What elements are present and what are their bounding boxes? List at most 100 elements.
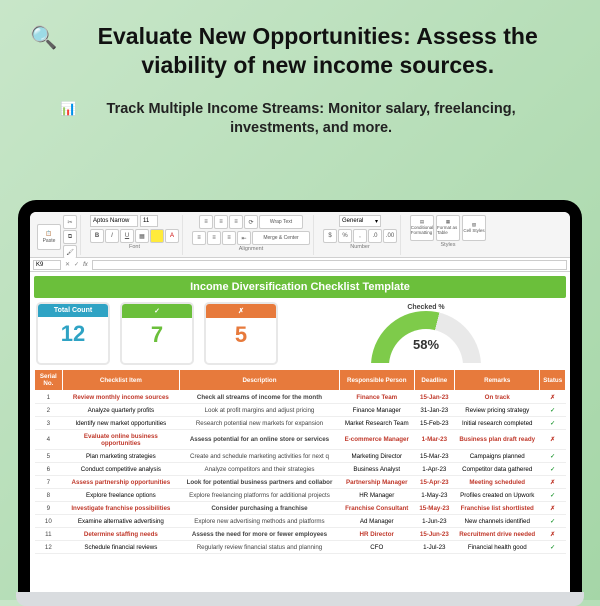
- status-cell[interactable]: ✓: [540, 489, 566, 502]
- align-left-button[interactable]: ≡: [192, 231, 206, 245]
- cell[interactable]: 4: [35, 430, 63, 450]
- cell[interactable]: E-commerce Manager: [339, 430, 414, 450]
- underline-button[interactable]: U: [120, 229, 134, 243]
- table-row[interactable]: 2Analyze quarterly profitsLook at profit…: [35, 404, 566, 417]
- cell[interactable]: 11: [35, 528, 63, 541]
- table-row[interactable]: 8Explore freelance optionsExplore freela…: [35, 489, 566, 502]
- border-button[interactable]: ▦: [135, 229, 149, 243]
- table-row[interactable]: 7Assess partnership opportunitiesLook fo…: [35, 476, 566, 489]
- status-cell[interactable]: ✓: [540, 417, 566, 430]
- cell[interactable]: 15-Mar-23: [414, 450, 455, 463]
- cell[interactable]: Plan marketing strategies: [62, 450, 179, 463]
- column-header[interactable]: Checklist Item: [62, 370, 179, 391]
- cell[interactable]: Assess the need for more or fewer employ…: [180, 528, 340, 541]
- cell[interactable]: Assess potential for an online store or …: [180, 430, 340, 450]
- cell[interactable]: Competitor data gathered: [455, 463, 540, 476]
- copy-button[interactable]: ⧉: [63, 230, 77, 244]
- percent-button[interactable]: %: [338, 229, 352, 243]
- bold-button[interactable]: B: [90, 229, 104, 243]
- status-cell[interactable]: ✗: [540, 528, 566, 541]
- cell[interactable]: Identify new market opportunities: [62, 417, 179, 430]
- cell[interactable]: Market Research Team: [339, 417, 414, 430]
- cell[interactable]: Analyze competitors and their strategies: [180, 463, 340, 476]
- cell[interactable]: Finance Team: [339, 391, 414, 404]
- table-row[interactable]: 6Conduct competitive analysisAnalyze com…: [35, 463, 566, 476]
- font-name-select[interactable]: Aptos Narrow: [90, 215, 138, 227]
- checklist-table[interactable]: Serial No.Checklist ItemDescriptionRespo…: [34, 369, 566, 554]
- cell[interactable]: Review pricing strategy: [455, 404, 540, 417]
- cell[interactable]: 15-Jan-23: [414, 391, 455, 404]
- column-header[interactable]: Status: [540, 370, 566, 391]
- cell[interactable]: 7: [35, 476, 63, 489]
- cell[interactable]: Assess partnership opportunities: [62, 476, 179, 489]
- align-right-button[interactable]: ≡: [222, 231, 236, 245]
- table-row[interactable]: 9Investigate franchise possibilitiesCons…: [35, 502, 566, 515]
- cell[interactable]: 1-Apr-23: [414, 463, 455, 476]
- cell[interactable]: New channels identified: [455, 515, 540, 528]
- orientation-button[interactable]: ⟳: [244, 215, 258, 229]
- cell[interactable]: 1-Jun-23: [414, 515, 455, 528]
- cell[interactable]: Research potential new markets for expan…: [180, 417, 340, 430]
- conditional-formatting-button[interactable]: ▤ Conditional Formatting: [410, 215, 434, 241]
- cell[interactable]: Meeting scheduled: [455, 476, 540, 489]
- cell[interactable]: Explore freelance options: [62, 489, 179, 502]
- cell-styles-button[interactable]: ▧ Cell Styles: [462, 215, 486, 241]
- column-header[interactable]: Responsible Person: [339, 370, 414, 391]
- number-format-select[interactable]: General▾: [339, 215, 381, 227]
- cell[interactable]: Explore freelancing platforms for additi…: [180, 489, 340, 502]
- column-header[interactable]: Deadline: [414, 370, 455, 391]
- cell[interactable]: Financial health good: [455, 541, 540, 554]
- cell[interactable]: Business Analyst: [339, 463, 414, 476]
- cell[interactable]: Investigate franchise possibilities: [62, 502, 179, 515]
- cell[interactable]: 12: [35, 541, 63, 554]
- cell[interactable]: Look for potential business partners and…: [180, 476, 340, 489]
- cell[interactable]: 1: [35, 391, 63, 404]
- status-cell[interactable]: ✓: [540, 404, 566, 417]
- italic-button[interactable]: I: [105, 229, 119, 243]
- enter-icon[interactable]: ✓: [74, 261, 79, 268]
- formula-input[interactable]: [92, 260, 567, 270]
- cell[interactable]: HR Director: [339, 528, 414, 541]
- table-row[interactable]: 12Schedule financial reviewsRegularly re…: [35, 541, 566, 554]
- cell[interactable]: Conduct competitive analysis: [62, 463, 179, 476]
- cell[interactable]: 15-Jun-23: [414, 528, 455, 541]
- merge-center-button[interactable]: Merge & Center: [252, 231, 310, 245]
- cell[interactable]: Ad Manager: [339, 515, 414, 528]
- cell[interactable]: Franchise Consultant: [339, 502, 414, 515]
- cell[interactable]: On track: [455, 391, 540, 404]
- format-painter-button[interactable]: 🖌: [63, 245, 77, 259]
- cell[interactable]: Franchise list shortlisted: [455, 502, 540, 515]
- table-row[interactable]: 11Determine staffing needsAssess the nee…: [35, 528, 566, 541]
- indent-decrease-button[interactable]: ⇤: [237, 231, 251, 245]
- worksheet[interactable]: Income Diversification Checklist Templat…: [30, 272, 570, 600]
- fill-color-button[interactable]: [150, 229, 164, 243]
- cell[interactable]: CFO: [339, 541, 414, 554]
- cell[interactable]: Examine alternative advertising: [62, 515, 179, 528]
- cell[interactable]: Look at profit margins and adjust pricin…: [180, 404, 340, 417]
- cell[interactable]: Review monthly income sources: [62, 391, 179, 404]
- format-as-table-button[interactable]: ▦ Format as Table: [436, 215, 460, 241]
- cell[interactable]: Marketing Director: [339, 450, 414, 463]
- cell[interactable]: 15-Feb-23: [414, 417, 455, 430]
- cell[interactable]: 8: [35, 489, 63, 502]
- table-row[interactable]: 4Evaluate online business opportunitiesA…: [35, 430, 566, 450]
- column-header[interactable]: Serial No.: [35, 370, 63, 391]
- align-middle-button[interactable]: ≡: [214, 215, 228, 229]
- cell[interactable]: 15-Apr-23: [414, 476, 455, 489]
- cell[interactable]: Consider purchasing a franchise: [180, 502, 340, 515]
- status-cell[interactable]: ✗: [540, 391, 566, 404]
- align-center-button[interactable]: ≡: [207, 231, 221, 245]
- font-size-select[interactable]: 11: [140, 215, 158, 227]
- cell[interactable]: Determine staffing needs: [62, 528, 179, 541]
- cell[interactable]: Create and schedule marketing activities…: [180, 450, 340, 463]
- cell[interactable]: Schedule financial reviews: [62, 541, 179, 554]
- increase-decimal-button[interactable]: .0: [368, 229, 382, 243]
- currency-button[interactable]: $: [323, 229, 337, 243]
- status-cell[interactable]: ✗: [540, 430, 566, 450]
- cell[interactable]: 1-Jul-23: [414, 541, 455, 554]
- table-row[interactable]: 10Examine alternative advertisingExplore…: [35, 515, 566, 528]
- cut-button[interactable]: ✂: [63, 215, 77, 229]
- cell[interactable]: Partnership Manager: [339, 476, 414, 489]
- wrap-text-button[interactable]: Wrap Text: [259, 215, 303, 229]
- status-cell[interactable]: ✗: [540, 502, 566, 515]
